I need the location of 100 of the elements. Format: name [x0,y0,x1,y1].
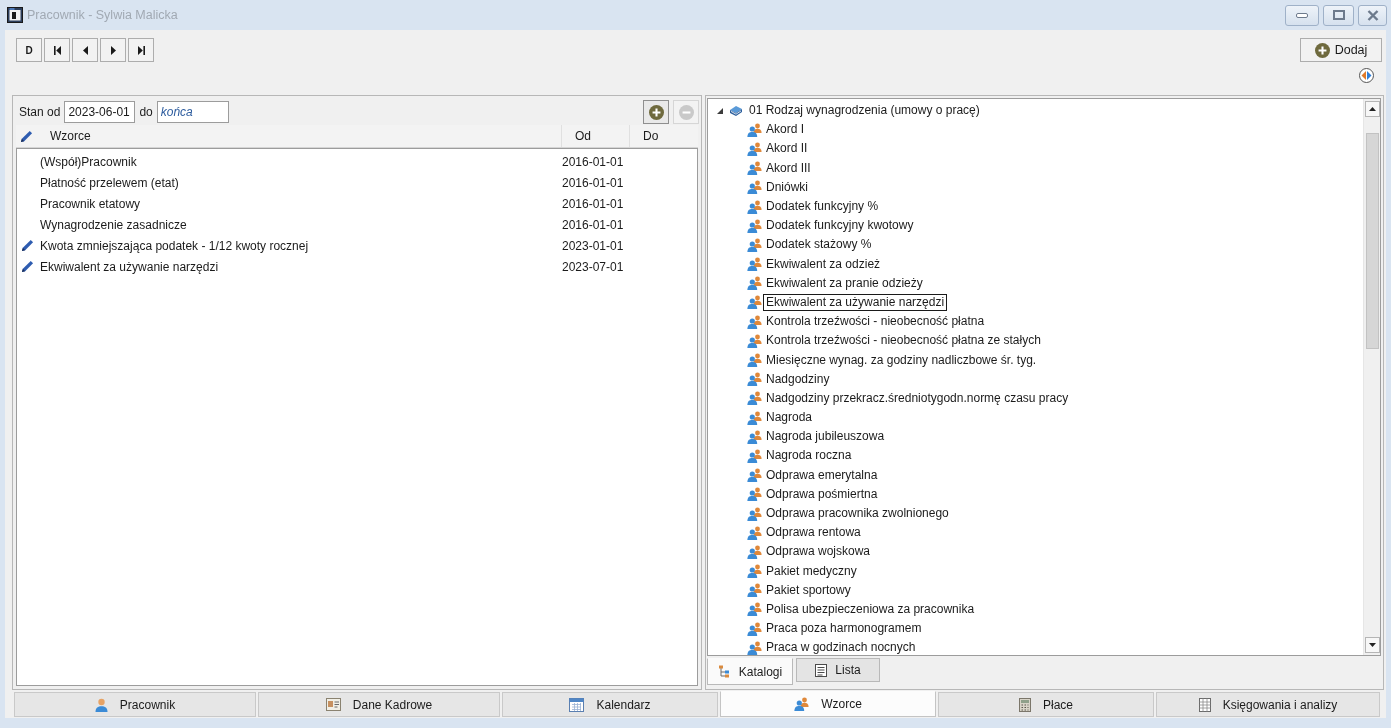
people-icon [747,161,762,176]
tree-item[interactable]: Polisa ubezpieczeniowa za pracownika [763,600,978,618]
tree-item[interactable]: Odprawa emerytalna [763,466,881,484]
people-icon [747,372,762,387]
close-icon [1366,9,1379,21]
left-right-arrows-icon[interactable] [1359,68,1374,83]
tab[interactable]: Płace [938,692,1154,717]
people-icon [747,487,762,502]
panel-tab[interactable]: Katalogi [707,658,793,685]
people-icon [747,429,762,444]
next-record-button[interactable] [100,38,126,62]
tree-item[interactable]: Kontrola trzeźwości - nieobecność płatna ze stałych [763,332,1044,350]
date-field[interactable]: 2023-06-01 [64,101,136,123]
date-field[interactable]: końca [156,101,229,123]
tree-item[interactable]: Odprawa pracownika zwolnionego [763,505,952,523]
tree-item[interactable]: Dodatek funkcyjny % [763,198,882,216]
people-icon [747,544,762,559]
add-button[interactable]: Dodaj [1300,38,1382,62]
tree-item[interactable]: 01 Rodzaj wynagrodzenia (umowy o pracę) [746,102,983,120]
tree-item[interactable]: Miesięczne wynag. za godziny nadliczbowe śr. tyg. [763,351,1040,369]
ledger-icon [1198,697,1211,712]
column-header[interactable]: Wzorce [50,127,91,145]
maximize-button[interactable] [1323,4,1354,26]
tree-item[interactable]: Nadgodziny [763,370,833,388]
people-icon [747,564,762,579]
close-button[interactable] [1358,4,1387,26]
id-card-icon [325,698,341,711]
tree-item[interactable]: Ekwiwalent za odzież [763,255,884,273]
table-cell: Pracownik etatowy [40,196,141,211]
tree-item[interactable]: Dniówki [763,178,811,196]
column-header[interactable]: Od [575,127,591,145]
tree-item[interactable]: Odprawa wojskowa [763,543,874,561]
from-label: Stan od [19,104,61,121]
nav-button[interactable]: D [16,38,42,62]
tree-item[interactable]: Ekwiwalent za pranie odzieży [763,274,926,292]
window-title: Pracownik - Sylwia Malicka [27,6,178,24]
people-icon [747,237,762,252]
tree-item[interactable]: Pakiet medyczny [763,562,860,580]
tree-item[interactable]: Akord I [763,121,807,139]
tree-item[interactable]: Dodatek funkcyjny kwotowy [763,217,917,235]
table-cell: 2016-01-01 [562,175,624,190]
last-record-button[interactable] [128,38,154,62]
people-icon [747,583,762,598]
people-icon [747,333,762,348]
tree-item[interactable]: Praca poza harmonogramem [763,620,925,638]
people-icon [747,122,762,137]
tree-item[interactable]: Odprawa pośmiertna [763,485,881,503]
scrollbar-thumb[interactable] [1365,133,1379,349]
tree-item[interactable]: Kontrola trzeźwości - nieobecność płatna [763,313,988,331]
table-cell: 2016-01-01 [562,217,624,232]
minimize-button[interactable] [1285,4,1319,26]
triangle-left-icon [81,45,89,55]
tree-item[interactable]: Pakiet sportowy [763,581,854,599]
tree-structure-icon [717,665,731,678]
caret-up-icon [1368,107,1376,111]
app-icon [7,7,23,23]
table-cell: (Współ)Pracownik [40,154,137,169]
tree-item[interactable]: Ekwiwalent za używanie narzędzi [763,293,948,311]
tab[interactable]: Kalendarz [502,692,718,717]
tree-item[interactable]: Praca w godzinach nocnych [763,639,919,657]
maximize-icon [1332,10,1345,20]
people-icon [747,295,762,310]
people-icon [747,640,762,655]
add-button[interactable] [643,100,669,124]
list-icon [815,663,828,677]
tab[interactable]: Dane Kadrowe [258,692,500,717]
tab[interactable]: Pracownik [14,692,256,717]
pencil-icon [19,129,33,143]
people-icon [747,353,762,368]
tab[interactable]: Wzorce [720,691,936,717]
panel-tab[interactable]: Lista [796,658,880,682]
tree-item[interactable]: Akord III [763,159,814,177]
minus-circle-icon [678,104,694,120]
scroll-down-button[interactable] [1364,637,1380,653]
people-icon [747,218,762,233]
people-icon [747,314,762,329]
column-header[interactable]: Do [643,127,659,145]
tree-item[interactable]: Nadgodziny przekracz.średniotygodn.normę czasu pracy [763,389,1072,407]
people-icon [747,468,762,483]
tree-item[interactable]: Nagroda roczna [763,447,855,465]
previous-record-button[interactable] [72,38,98,62]
first-record-button[interactable] [44,38,70,62]
calendar-icon [569,697,585,712]
tree-item[interactable]: Nagroda jubileuszowa [763,428,888,446]
tree-item[interactable]: Akord II [763,140,811,158]
triangle-right-icon [109,45,117,55]
skip-to-first-icon [53,45,61,55]
people-icon [747,257,762,272]
scroll-up-button[interactable] [1364,101,1380,117]
caret-down-icon [1368,643,1376,647]
tab[interactable]: Księgowania i analizy [1156,692,1380,717]
tree-item[interactable]: Nagroda [763,409,816,427]
expanded-triangle-icon[interactable] [717,107,723,114]
scrollbar-track[interactable] [1363,99,1380,655]
people-icon [747,602,762,617]
table-cell: Ekwiwalent za używanie narzędzi [40,259,219,274]
people-icon [747,506,762,521]
tree-item[interactable]: Dodatek stażowy % [763,236,875,254]
skip-to-last-icon [137,45,145,55]
tree-item[interactable]: Odprawa rentowa [763,524,864,542]
